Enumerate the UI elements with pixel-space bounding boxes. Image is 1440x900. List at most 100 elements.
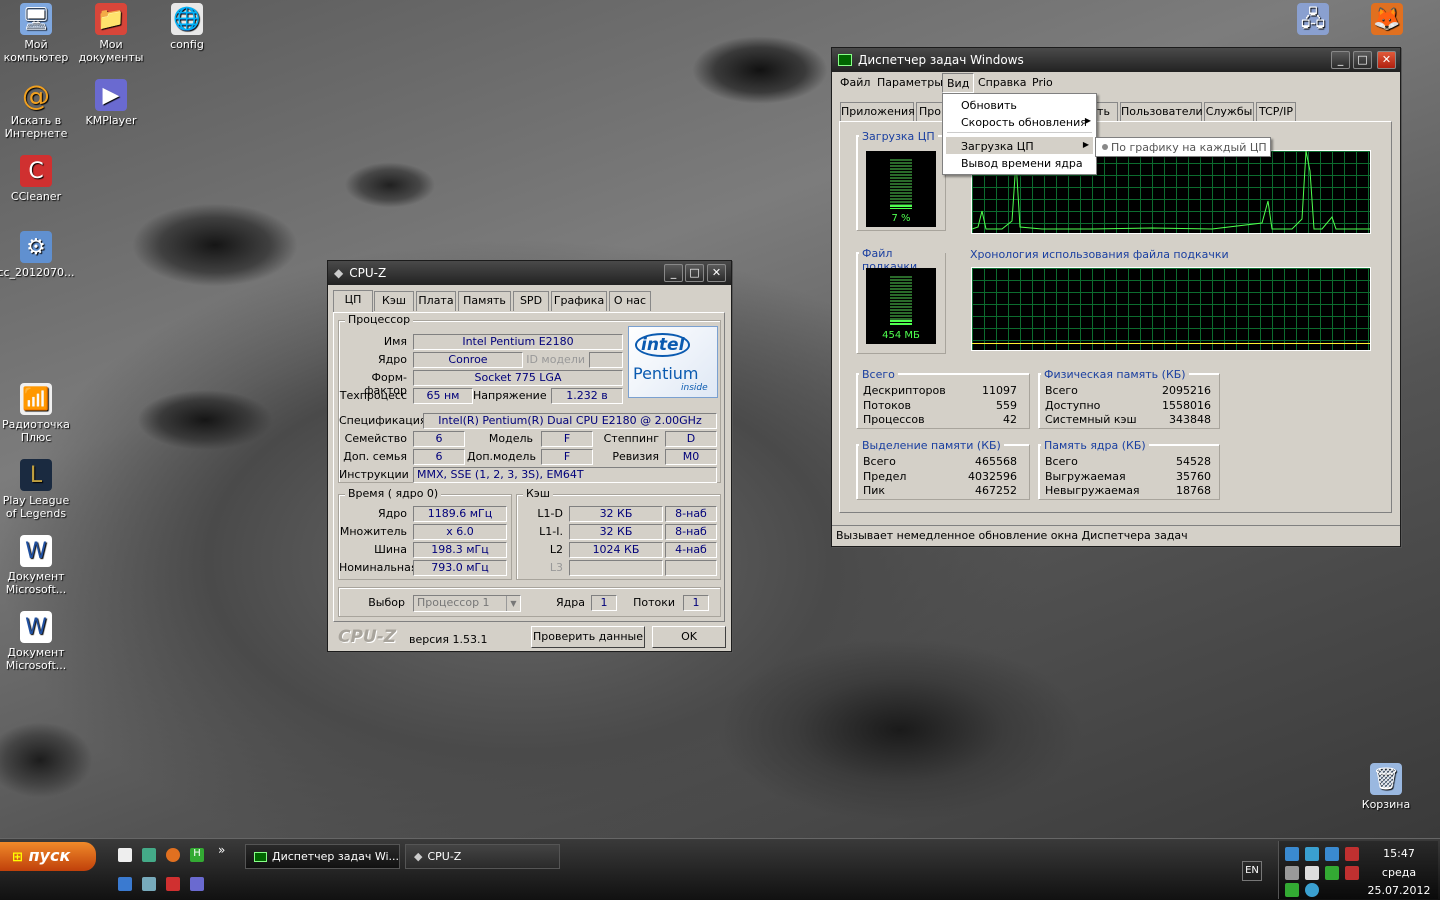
edit-tray-icon[interactable] (1285, 883, 1299, 897)
desktop-icon-league[interactable]: L Play League of Legends (0, 459, 75, 520)
desktop-icon-ccleaner[interactable]: C CCleaner (0, 155, 75, 203)
tab-spd[interactable]: SPD (513, 291, 549, 311)
menu-view[interactable]: Вид (942, 73, 975, 93)
desktop-icon-config[interactable]: 🌐 config (148, 3, 226, 51)
firefox-icon[interactable] (166, 848, 180, 862)
tab-mainboard[interactable]: Плата (416, 291, 456, 311)
network-tray-icon-2[interactable] (1305, 847, 1319, 861)
menu-item-cpu-history[interactable]: Загрузка ЦП ▶ (946, 137, 1093, 154)
kernel-total-value: 54528 (1176, 455, 1211, 468)
tab-cpu[interactable]: ЦП (333, 290, 373, 312)
desktop-icon-label: config (170, 38, 204, 51)
desktop-icon-recycle-bin[interactable]: 🗑 Корзина (1347, 763, 1425, 811)
desktop-icon-label: cc_2012070... (0, 266, 75, 279)
antivirus-tray-icon[interactable] (1345, 847, 1359, 861)
taskbar: ⊞ пуск H » Диспетчер задач Wi... ◆ CPU-Z … (0, 838, 1440, 900)
tab-processes[interactable]: Про (916, 102, 944, 122)
maximize-button[interactable]: □ (685, 264, 704, 282)
pagefile-group: Файл подкачки 454 МБ (856, 247, 946, 354)
intel-brand: intel (635, 333, 691, 357)
taskmgr-titlebar[interactable]: Диспетчер задач Windows (832, 48, 1400, 72)
minimize-button[interactable]: _ (664, 264, 683, 282)
desktop-icon-kmplayer[interactable]: ▶ KMPlayer (72, 79, 150, 127)
shield-icon[interactable] (1345, 866, 1359, 880)
processes-value: 42 (1003, 413, 1017, 426)
task-button-cpuz[interactable]: ◆ CPU-Z (405, 844, 560, 869)
rated-fsb-label: Номинальная (339, 561, 418, 574)
threads-label: Потоков (863, 399, 911, 412)
processor-select[interactable]: Процессор 1 ▼ (413, 595, 521, 612)
minimize-button[interactable]: _ (1331, 51, 1350, 69)
task-button-taskmgr[interactable]: Диспетчер задач Wi... (245, 844, 400, 869)
task-taskmgr-label: Диспетчер задач Wi... (272, 850, 400, 863)
clock-tray-icon[interactable] (1305, 883, 1319, 897)
network-tray-icon-3[interactable] (1325, 847, 1339, 861)
menu-item-one-graph-per-cpu[interactable]: По графику на каждый ЦП (1111, 141, 1267, 154)
language-indicator[interactable]: EN (1242, 861, 1262, 881)
menu-options[interactable]: Параметры (877, 76, 943, 89)
kernel-memory-title: Память ядра (КБ) (1041, 439, 1149, 452)
installer-icon: ⚙ (20, 231, 52, 263)
desktop-icon-search-internet[interactable]: @ Искать в Интернете (0, 79, 75, 140)
close-button[interactable]: ✕ (1377, 51, 1396, 69)
tab-users[interactable]: Пользователи (1120, 102, 1203, 122)
tab-graphics[interactable]: Графика (551, 291, 607, 311)
tab-memory[interactable]: Память (458, 291, 511, 311)
menu-item-kernel-times[interactable]: Вывод времени ядра (961, 157, 1083, 170)
menu-item-refresh[interactable]: Обновить (961, 99, 1017, 112)
menu-help[interactable]: Справка (978, 76, 1026, 89)
rated-fsb-value: 793.0 мГц (413, 560, 507, 576)
green-tray-icon[interactable] (1325, 866, 1339, 880)
commit-total-label: Всего (863, 455, 896, 468)
tab-tcpip[interactable]: TCP/IP (1256, 102, 1296, 122)
bus-value: 198.3 мГц (413, 542, 507, 558)
app-h-icon[interactable]: H (190, 848, 204, 862)
desktop-icon-word-doc-2[interactable]: W Документ Microsoft... (0, 611, 75, 672)
cache-group-label: Кэш (523, 487, 553, 500)
cores-value: 1 (591, 595, 617, 611)
kernel-paged-label: Выгружаемая (1045, 470, 1126, 483)
clock-time[interactable]: 15:47 (1369, 847, 1429, 860)
taskmgr-window: Диспетчер задач Windows _ □ ✕ Файл Парам… (831, 47, 1401, 547)
notepad-icon[interactable] (118, 848, 132, 862)
volume-icon[interactable] (1305, 866, 1319, 880)
chevron-right-icon: ▶ (1082, 140, 1089, 149)
tab-about[interactable]: О нас (609, 291, 651, 311)
cpuz-window: ◆ CPU-Z _ □ ✕ ЦП Кэш Плата Память SPD Гр… (327, 260, 732, 652)
network-tray-icon[interactable] (1285, 847, 1299, 861)
ccleaner-icon[interactable] (166, 877, 180, 891)
cpuz-title: CPU-Z (349, 266, 387, 280)
desktop-icon-installer[interactable]: ⚙ cc_2012070... (0, 231, 75, 279)
more-chevron-icon[interactable]: » (218, 843, 225, 857)
tab-applications[interactable]: Приложения (840, 102, 915, 122)
menu-prio[interactable]: Prio (1032, 76, 1053, 89)
tab-cache[interactable]: Кэш (374, 291, 414, 311)
cpu-history-submenu: По графику на каждый ЦП (1095, 137, 1271, 157)
desktop-icon-word-doc-1[interactable]: W Документ Microsoft... (0, 535, 75, 596)
usb-tray-icon[interactable] (1285, 866, 1299, 880)
maximize-button[interactable]: □ (1353, 51, 1372, 69)
desktop-icon-my-computer[interactable]: 🖥 Мой компьютер (0, 3, 75, 64)
desktop-icon-radio[interactable]: 📶 Радиоточка Плюс (0, 383, 75, 444)
revision-value: M0 (665, 449, 717, 465)
desktop-icon-my-documents[interactable]: 📁 Мои документы (72, 3, 150, 64)
tool-icon[interactable] (142, 877, 156, 891)
kmplayer-icon[interactable] (190, 877, 204, 891)
handles-label: Дескрипторов (863, 384, 946, 397)
network-icon: 🖧 (1297, 3, 1329, 35)
skype-icon[interactable] (118, 877, 132, 891)
network-icon[interactable] (142, 848, 156, 862)
desktop-icon-partial-1[interactable]: 🖧 (1274, 3, 1352, 38)
desktop-icon-partial-2[interactable]: 🦊 (1348, 3, 1426, 38)
validate-button[interactable]: Проверить данные (531, 626, 645, 648)
tab-services[interactable]: Службы (1204, 102, 1254, 122)
kernel-nonpaged-label: Невыгружаемая (1045, 484, 1140, 497)
selection-group: Выбор Процессор 1 ▼ Ядра 1 Потоки 1 (338, 587, 721, 617)
cache-l3-size (569, 560, 663, 576)
menu-file[interactable]: Файл (840, 76, 870, 89)
pagefile-history-line (972, 343, 1370, 344)
close-button[interactable]: ✕ (707, 264, 726, 282)
menu-item-update-speed[interactable]: Скорость обновления ▶ (961, 116, 1091, 129)
ok-button[interactable]: OK (652, 626, 726, 648)
start-button[interactable]: ⊞ пуск (0, 842, 96, 871)
